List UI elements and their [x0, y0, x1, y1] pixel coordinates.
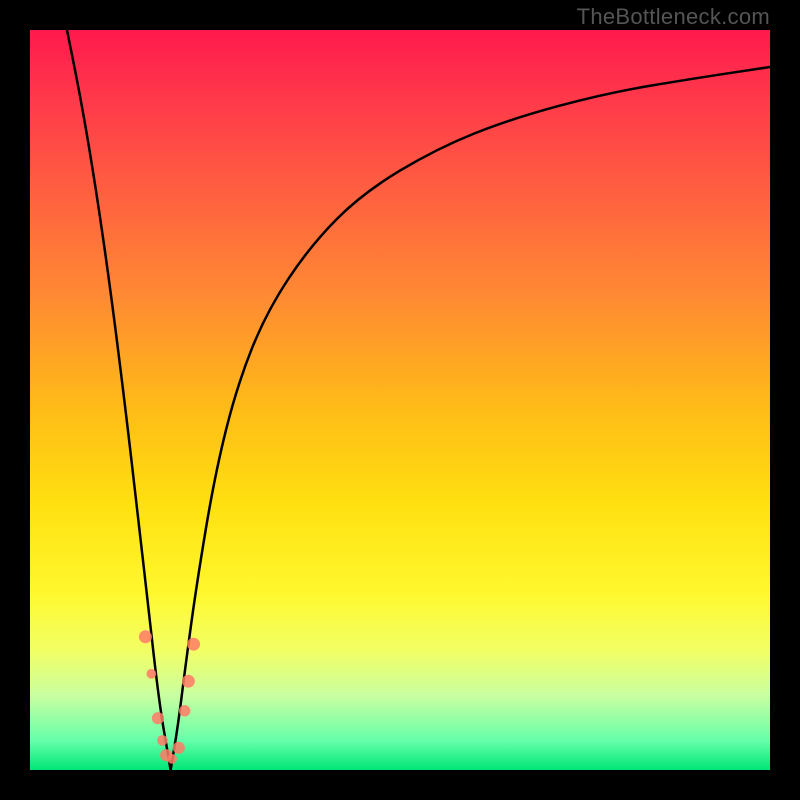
marker-point — [179, 705, 190, 716]
marker-point — [167, 754, 177, 764]
curve-layer — [67, 30, 770, 770]
watermark-text: TheBottleneck.com — [577, 4, 770, 30]
marker-point — [139, 630, 152, 643]
marker-point — [182, 675, 195, 688]
marker-point — [152, 712, 164, 724]
plot-area — [30, 30, 770, 770]
marker-point — [146, 669, 156, 679]
series-right-branch — [171, 67, 770, 770]
series-left-branch — [67, 30, 171, 770]
marker-point — [173, 742, 185, 754]
marker-point — [187, 638, 200, 651]
marker-point — [157, 735, 168, 746]
marker-layer — [139, 630, 200, 763]
chart-frame: TheBottleneck.com — [0, 0, 800, 800]
chart-svg — [30, 30, 770, 770]
